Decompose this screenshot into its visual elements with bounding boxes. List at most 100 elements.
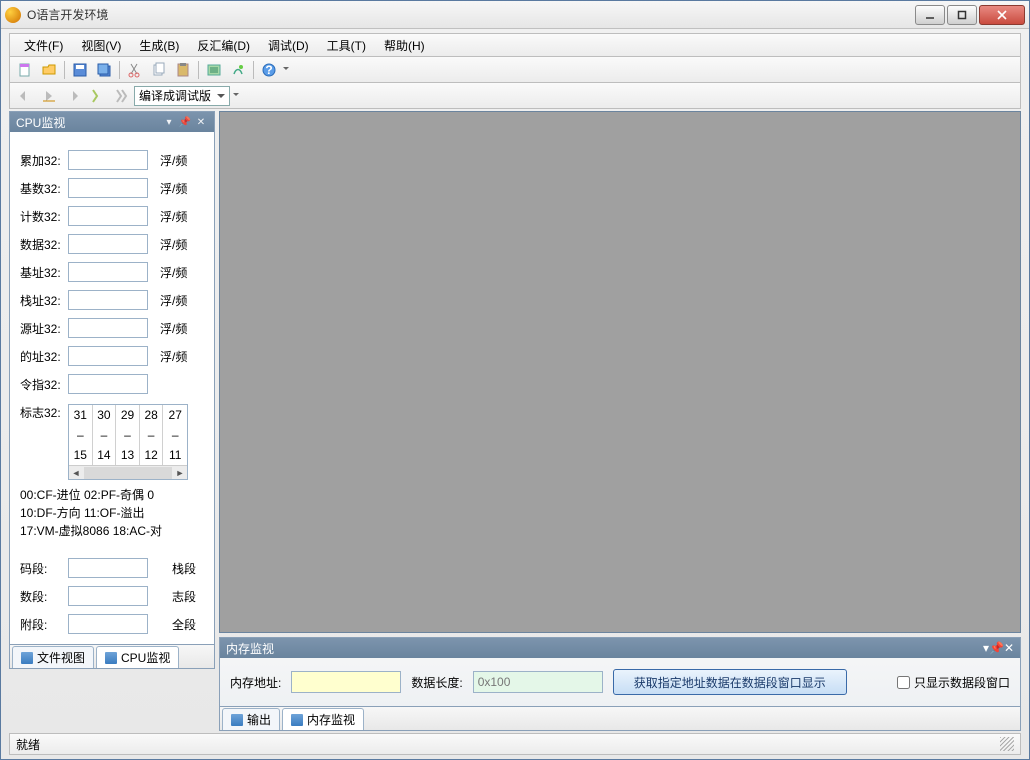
scroll-left-icon[interactable]: ◄ bbox=[69, 466, 83, 480]
flags-scrollbar[interactable]: ◄ ► bbox=[69, 465, 187, 479]
menu-tools[interactable]: 工具(T) bbox=[319, 35, 374, 56]
seg-label-l-1: 数段: bbox=[20, 588, 64, 605]
flag-cell: – bbox=[69, 425, 93, 445]
close-button[interactable] bbox=[979, 5, 1025, 25]
seg-label-r-2: 全段 bbox=[172, 616, 196, 633]
menubar: 文件(F) 视图(V) 生成(B) 反汇编(D) 调试(D) 工具(T) 帮助(… bbox=[9, 33, 1021, 57]
mem-addr-input[interactable] bbox=[291, 671, 401, 693]
dbg-icon-1[interactable] bbox=[14, 85, 36, 107]
pane-pin-icon[interactable]: 📌 bbox=[178, 115, 192, 129]
status-bar: 就绪 bbox=[9, 733, 1021, 755]
seg-input-1[interactable] bbox=[68, 586, 148, 606]
dbg-icon-5[interactable] bbox=[110, 85, 132, 107]
mem-len-label: 数据长度: bbox=[411, 674, 462, 691]
seg-input-0[interactable] bbox=[68, 558, 148, 578]
flag-cell: 12 bbox=[140, 445, 164, 465]
memory-icon bbox=[291, 714, 303, 726]
maximize-button[interactable] bbox=[947, 5, 977, 25]
menu-debug[interactable]: 调试(D) bbox=[260, 35, 317, 56]
resize-grip-icon[interactable] bbox=[1000, 737, 1014, 751]
menu-disasm[interactable]: 反汇编(D) bbox=[189, 35, 258, 56]
pane-dropdown-icon[interactable]: ▾ bbox=[162, 115, 176, 129]
reg-input-8[interactable] bbox=[68, 374, 148, 394]
left-tabstrip: 文件视图 CPU监视 bbox=[9, 645, 215, 669]
memory-monitor-pane: 内存监视 ▾ 📌 ✕ 内存地址: 数据长度: 获取指定地址数据在数据段窗口显示 … bbox=[219, 637, 1021, 707]
seg-label-r-1: 志段 bbox=[172, 588, 196, 605]
only-dataseg-check-input[interactable] bbox=[897, 676, 910, 689]
flags-grid: 3130292827 ––––– 1514131211 ◄ ► bbox=[68, 404, 188, 480]
cpu-monitor-pane: CPU监视 ▾ 📌 ✕ 累加32: 浮/频基数32: 浮/频计数32: 浮/频数… bbox=[9, 111, 215, 645]
flag-cell: – bbox=[93, 425, 117, 445]
window-title: O语言开发环境 bbox=[27, 6, 915, 23]
flag-cell: 11 bbox=[163, 445, 187, 465]
tool1-icon[interactable] bbox=[203, 59, 225, 81]
menu-build[interactable]: 生成(B) bbox=[131, 35, 187, 56]
mem-len-input[interactable] bbox=[473, 671, 603, 693]
flag-cell: 15 bbox=[69, 445, 93, 465]
save-all-icon[interactable] bbox=[93, 59, 115, 81]
reg-label-0: 累加32: bbox=[20, 152, 64, 169]
reg-input-2[interactable] bbox=[68, 206, 148, 226]
reg-input-7[interactable] bbox=[68, 346, 148, 366]
reg-tail-4: 浮/频 bbox=[160, 264, 187, 281]
reg-input-0[interactable] bbox=[68, 150, 148, 170]
dbg-icon-3[interactable] bbox=[62, 85, 84, 107]
status-text: 就绪 bbox=[16, 736, 40, 753]
flags-legend: 00:CF-进位 02:PF-奇偶 0 10:DF-方向 11:OF-溢出 17… bbox=[20, 486, 208, 540]
menu-help[interactable]: 帮助(H) bbox=[376, 35, 433, 56]
tab-file-view[interactable]: 文件视图 bbox=[12, 646, 94, 668]
mdi-client-area bbox=[219, 111, 1021, 633]
reg-tail-6: 浮/频 bbox=[160, 320, 187, 337]
tab-output[interactable]: 输出 bbox=[222, 708, 280, 730]
only-dataseg-checkbox[interactable]: 只显示数据段窗口 bbox=[897, 674, 1010, 691]
paste-icon[interactable] bbox=[172, 59, 194, 81]
flag-cell: 14 bbox=[93, 445, 117, 465]
minimize-button[interactable] bbox=[915, 5, 945, 25]
reg-tail-3: 浮/频 bbox=[160, 236, 187, 253]
menu-file[interactable]: 文件(F) bbox=[16, 35, 71, 56]
reg-tail-2: 浮/频 bbox=[160, 208, 187, 225]
toolbar-debug: 编译成调试版 bbox=[9, 83, 1021, 109]
toolbar2-overflow-icon[interactable] bbox=[232, 85, 240, 107]
reg-label-1: 基数32: bbox=[20, 180, 64, 197]
new-icon[interactable] bbox=[14, 59, 36, 81]
cut-icon[interactable] bbox=[124, 59, 146, 81]
reg-input-6[interactable] bbox=[68, 318, 148, 338]
pane-close-icon[interactable]: ✕ bbox=[194, 115, 208, 129]
seg-label-l-2: 附段: bbox=[20, 616, 64, 633]
tab-cpu-monitor[interactable]: CPU监视 bbox=[96, 646, 179, 668]
tab-memory-monitor[interactable]: 内存监视 bbox=[282, 708, 364, 730]
reg-input-5[interactable] bbox=[68, 290, 148, 310]
reg-tail-7: 浮/频 bbox=[160, 348, 187, 365]
reg-tail-1: 浮/频 bbox=[160, 180, 187, 197]
reg-input-4[interactable] bbox=[68, 262, 148, 282]
flag-cell: 30 bbox=[93, 405, 117, 425]
output-icon bbox=[231, 714, 243, 726]
menu-view[interactable]: 视图(V) bbox=[73, 35, 129, 56]
tool2-icon[interactable] bbox=[227, 59, 249, 81]
bottom-tabstrip: 输出 内存监视 bbox=[219, 707, 1021, 731]
flag-cell: – bbox=[116, 425, 140, 445]
flag-cell: 13 bbox=[116, 445, 140, 465]
dbg-icon-2[interactable] bbox=[38, 85, 60, 107]
open-icon[interactable] bbox=[38, 59, 60, 81]
dbg-icon-4[interactable] bbox=[86, 85, 108, 107]
reg-label-3: 数据32: bbox=[20, 236, 64, 253]
help-icon[interactable]: ? bbox=[258, 59, 280, 81]
mem-close-icon[interactable]: ✕ bbox=[1004, 641, 1014, 655]
seg-input-2[interactable] bbox=[68, 614, 148, 634]
save-icon[interactable] bbox=[69, 59, 91, 81]
scroll-right-icon[interactable]: ► bbox=[173, 466, 187, 480]
copy-icon[interactable] bbox=[148, 59, 170, 81]
compile-mode-combo[interactable]: 编译成调试版 bbox=[134, 86, 230, 106]
titlebar: O语言开发环境 bbox=[1, 1, 1029, 29]
svg-text:?: ? bbox=[265, 63, 272, 77]
reg-input-3[interactable] bbox=[68, 234, 148, 254]
flag-cell: – bbox=[140, 425, 164, 445]
flag-cell: 31 bbox=[69, 405, 93, 425]
toolbar-overflow-icon[interactable] bbox=[282, 59, 290, 81]
fetch-data-button[interactable]: 获取指定地址数据在数据段窗口显示 bbox=[613, 669, 847, 695]
mem-pin-icon[interactable]: 📌 bbox=[989, 641, 1004, 655]
flag-cell: 27 bbox=[163, 405, 187, 425]
reg-input-1[interactable] bbox=[68, 178, 148, 198]
